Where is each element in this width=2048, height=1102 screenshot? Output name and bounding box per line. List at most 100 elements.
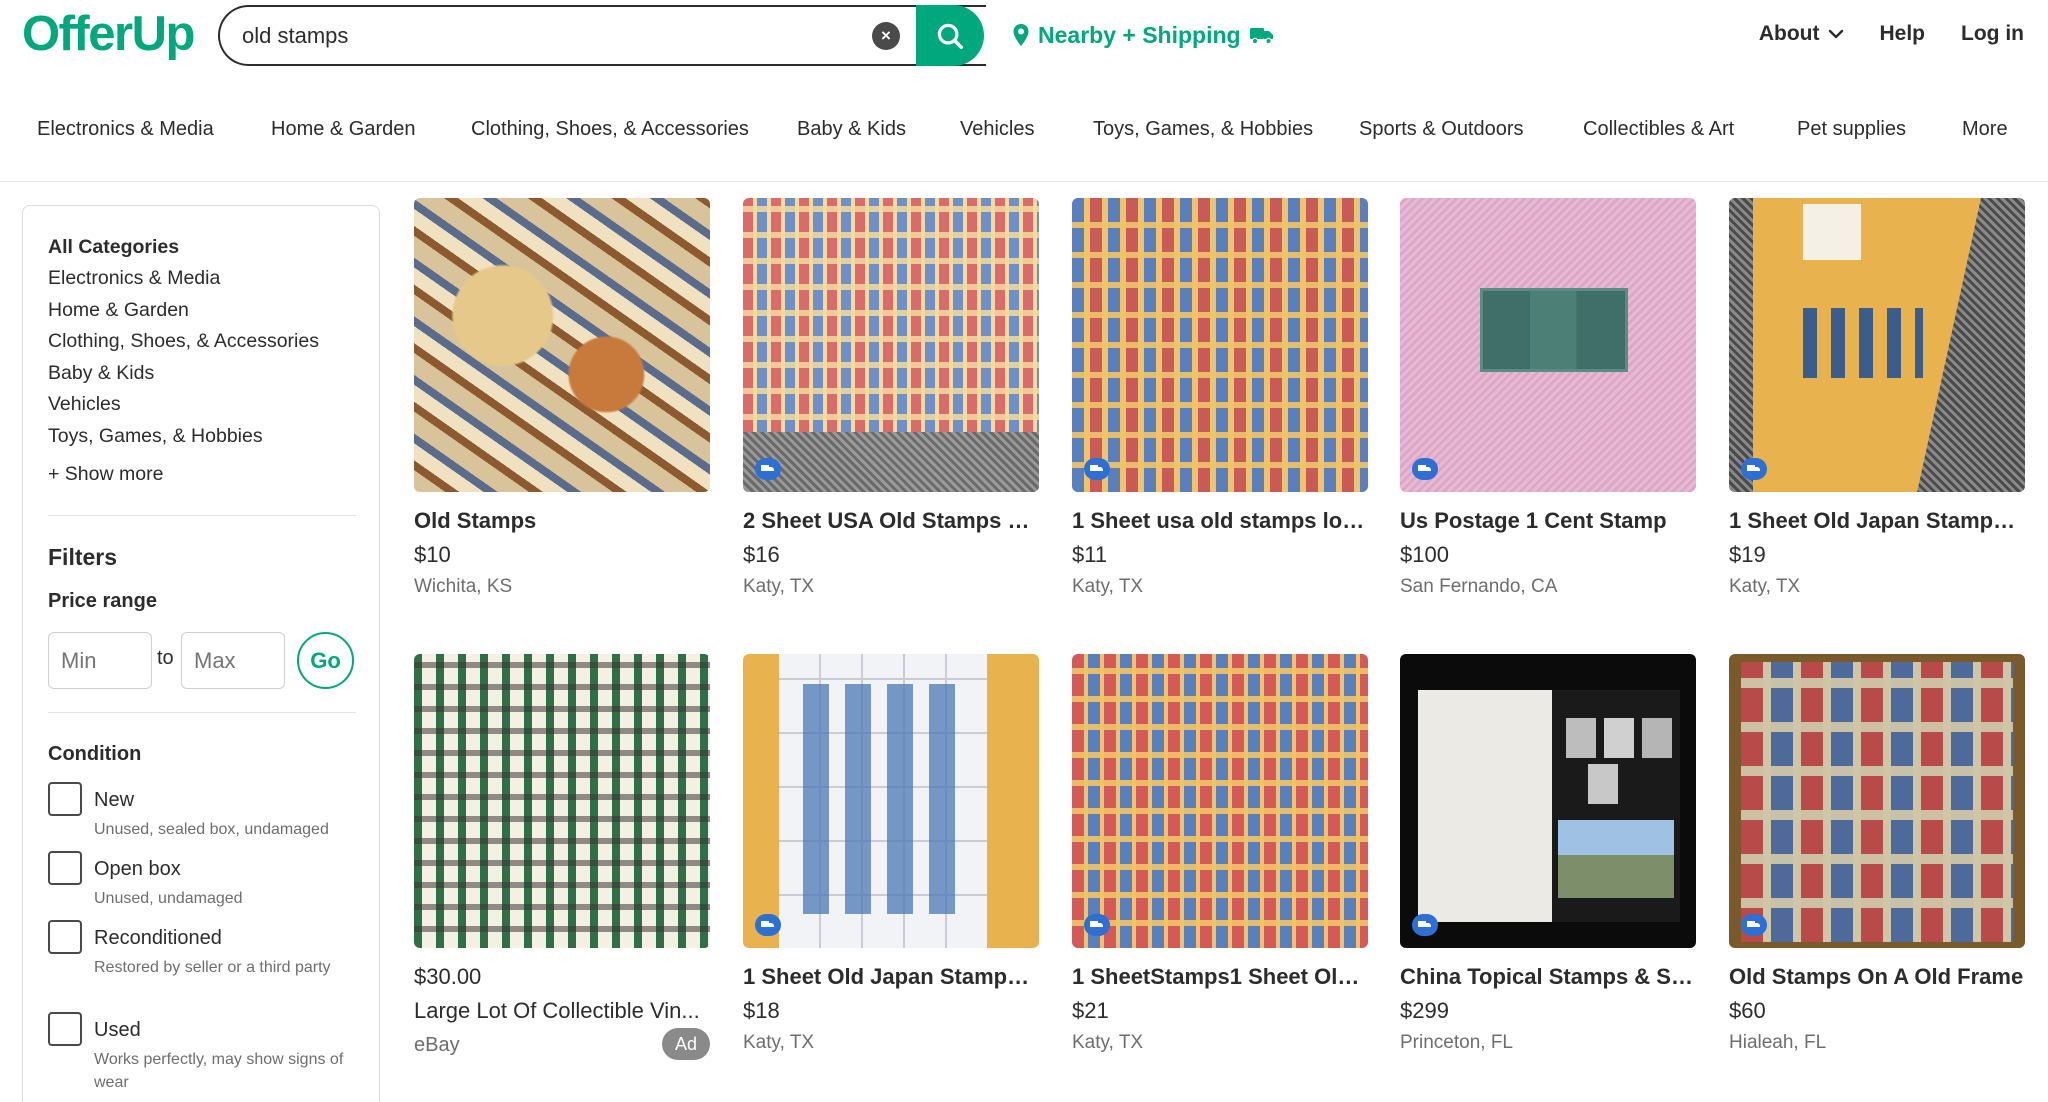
listing-title[interactable]: Us Postage 1 Cent Stamp [1400,508,1696,534]
min-price-input[interactable] [48,632,152,689]
shipping-badge-icon [1412,914,1438,936]
condition-open-box-label[interactable]: Open box [94,858,181,881]
condition-new-checkbox[interactable] [48,782,82,816]
clear-icon: × [881,26,891,45]
clear-search-button[interactable]: × [872,22,900,50]
sidebar-all-categories[interactable]: All Categories [48,236,179,259]
listing-photo[interactable] [743,654,1039,948]
condition-open-box-desc: Unused, undamaged [94,890,243,907]
listing-photo[interactable] [743,198,1039,492]
listing-title[interactable]: 1 Sheet usa old stamps lot ... [1072,508,1368,534]
category-baby-kids[interactable]: Baby & Kids [797,118,906,141]
sidebar-item-electronics-media[interactable]: Electronics & Media [48,267,220,290]
condition-open-box-checkbox[interactable] [48,851,82,885]
category-electronics-media[interactable]: Electronics & Media [37,118,214,141]
location-label: Nearby + Shipping [1038,21,1241,48]
help-link[interactable]: Help [1880,22,1926,46]
listing-location: Wichita, KS [414,576,513,597]
chevron-down-icon [1828,29,1843,39]
listing-card[interactable]: 1 Sheet Old Japan Stamps ... $19 Katy, T… [1729,198,2025,638]
listing-title[interactable]: 1 Sheet Old Japan Stamps ... [1729,508,2025,534]
listing-price: $16 [743,542,780,567]
shipping-badge-icon [1741,914,1767,936]
listing-title[interactable]: 2 Sheet USA Old Stamps L... [743,508,1039,534]
sidebar-item-home-garden[interactable]: Home & Garden [48,299,189,322]
listing-location: Hialeah, FL [1729,1032,1827,1053]
search-bar: × [218,5,986,66]
condition-reconditioned-checkbox[interactable] [48,920,82,954]
show-more-link[interactable]: + Show more [48,463,163,486]
listing-price: $11 [1072,542,1108,567]
location-pin-icon [1013,24,1029,46]
listing-photo[interactable] [1729,654,2025,948]
listing-card[interactable]: 1 SheetStamps1 Sheet Old ... $21 Katy, T… [1072,654,1368,1094]
listing-photo[interactable] [414,654,710,948]
listing-photo[interactable] [1072,654,1368,948]
category-more[interactable]: More [1962,118,2008,141]
category-sports-outdoors[interactable]: Sports & Outdoors [1359,118,1524,141]
listing-photo[interactable] [1400,654,1696,948]
listing-title[interactable]: 1 SheetStamps1 Sheet Old ... [1072,964,1368,990]
price-go-button[interactable]: Go [297,632,354,689]
listing-card[interactable]: 1 Sheet usa old stamps lot ... $11 Katy,… [1072,198,1368,638]
listing-card[interactable]: 2 Sheet USA Old Stamps L... $16 Katy, TX [743,198,1039,638]
listing-card[interactable]: 1 Sheet Old Japan Stamps ... $18 Katy, T… [743,654,1039,1094]
shipping-badge-icon [1741,458,1767,480]
listing-location: Katy, TX [1729,576,1801,597]
category-vehicles[interactable]: Vehicles [960,118,1035,141]
offerup-logo[interactable]: OfferUp [22,6,195,62]
listing-title[interactable]: Large Lot Of Collectible Vin... [414,998,710,1024]
condition-used-checkbox[interactable] [48,1012,82,1046]
listing-location: Katy, TX [743,576,815,597]
listing-card-ad[interactable]: $30.00 Large Lot Of Collectible Vin... e… [414,654,710,1094]
shipping-badge-icon [755,914,781,936]
listing-photo[interactable] [1072,198,1368,492]
max-price-input[interactable] [181,632,285,689]
condition-reconditioned-label[interactable]: Reconditioned [94,927,222,950]
listing-location: Katy, TX [1072,576,1144,597]
condition-reconditioned-desc: Restored by seller or a third party [94,959,331,976]
search-button[interactable] [916,5,984,66]
sidebar-item-baby-kids[interactable]: Baby & Kids [48,362,154,385]
listing-photo[interactable] [1729,198,2025,492]
location-selector[interactable]: Nearby + Shipping [1012,18,1275,52]
price-range-heading: Price range [48,590,157,612]
category-collectibles-art[interactable]: Collectibles & Art [1583,118,1734,141]
category-toys-games[interactable]: Toys, Games, & Hobbies [1093,118,1313,141]
divider [48,712,356,713]
category-pet-supplies[interactable]: Pet supplies [1797,118,1906,141]
listing-price: $60 [1729,998,1766,1023]
divider [48,515,356,516]
search-icon [937,23,963,49]
login-link[interactable]: Log in [1961,22,2024,46]
listing-location: San Fernando, CA [1400,576,1558,597]
condition-heading: Condition [48,743,142,765]
listing-card[interactable]: China Topical Stamps & Sta... $299 Princ… [1400,654,1696,1094]
listing-photo[interactable] [414,198,710,492]
sidebar-item-toys-games[interactable]: Toys, Games, & Hobbies [48,425,263,448]
listing-card[interactable]: Us Postage 1 Cent Stamp $100 San Fernand… [1400,198,1696,638]
listing-title[interactable]: Old Stamps [414,508,710,534]
listing-card[interactable]: Old Stamps On A Old Frame $60 Hialeah, F… [1729,654,2025,1094]
condition-new-label[interactable]: New [94,789,134,812]
listing-title[interactable]: Old Stamps On A Old Frame [1729,964,2025,990]
condition-used-label[interactable]: Used [94,1019,141,1042]
listing-price: $100 [1400,542,1449,567]
search-input[interactable] [242,7,862,64]
category-clothing[interactable]: Clothing, Shoes, & Accessories [471,118,749,141]
shipping-badge-icon [1412,458,1438,480]
listing-card[interactable]: Old Stamps $10 Wichita, KS [414,198,710,638]
listing-title[interactable]: 1 Sheet Old Japan Stamps ... [743,964,1039,990]
header: OfferUp × Nearby + Shipping About [0,0,2048,72]
sidebar-item-vehicles[interactable]: Vehicles [48,393,121,416]
listing-photo[interactable] [1400,198,1696,492]
shipping-badge-icon [1084,458,1110,480]
about-menu[interactable]: About [1759,22,1844,46]
sidebar-item-clothing[interactable]: Clothing, Shoes, & Accessories [48,330,319,353]
about-label: About [1758,22,1820,45]
filter-sidebar: All Categories Electronics & Media Home … [22,205,380,1102]
listing-title[interactable]: China Topical Stamps & Sta... [1400,964,1696,990]
ad-badge: Ad [662,1028,710,1060]
category-home-garden[interactable]: Home & Garden [271,118,416,141]
top-nav: About Help Log in [1759,22,2024,46]
